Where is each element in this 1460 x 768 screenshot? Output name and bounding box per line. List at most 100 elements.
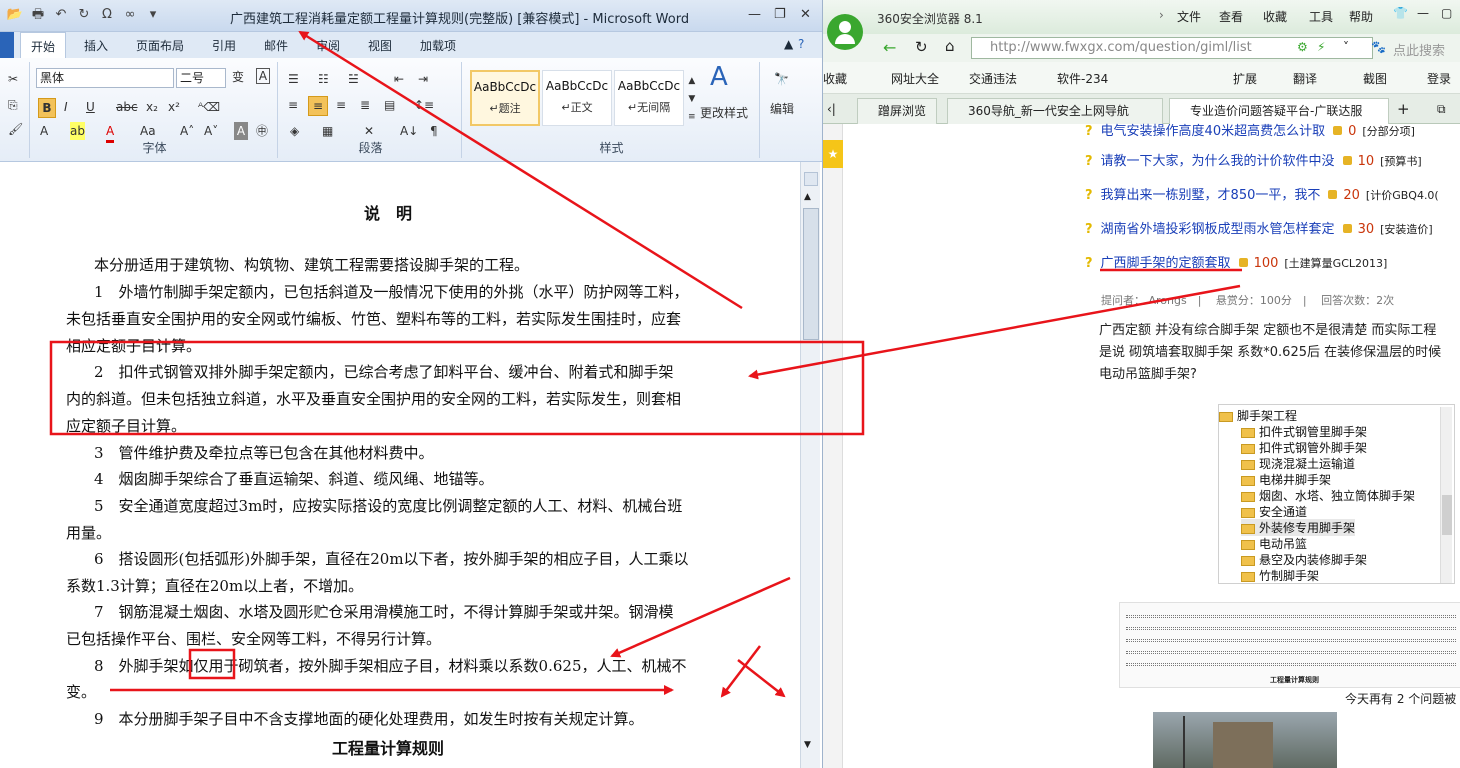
- fav-extensions[interactable]: 扩展: [1233, 70, 1257, 87]
- enclose-characters-icon[interactable]: ㊥: [256, 122, 268, 140]
- restore-icon[interactable]: ❐: [774, 7, 786, 22]
- sort-icon[interactable]: A↓: [400, 122, 418, 140]
- tab-view[interactable]: 视图: [368, 37, 392, 54]
- line-spacing-icon[interactable]: ↕≡: [414, 96, 434, 114]
- dropdown-icon[interactable]: ˅: [1343, 40, 1349, 54]
- scroll-thumb[interactable]: [803, 208, 819, 340]
- bullets-icon[interactable]: ☰: [288, 70, 299, 88]
- editing-label[interactable]: 编辑: [770, 100, 794, 118]
- fav-collect[interactable]: 收藏: [823, 70, 847, 87]
- italic-icon[interactable]: I: [64, 98, 68, 116]
- question-category[interactable]: [土建算量GCL2013]: [1284, 257, 1387, 270]
- tab-list-icon[interactable]: ⧉: [1437, 102, 1446, 117]
- change-styles-label[interactable]: 更改样式: [700, 104, 748, 122]
- asker[interactable]: 提问者： Arongs: [1101, 294, 1187, 307]
- question-title[interactable]: 请教一下大家，为什么我的计价软件中没: [1101, 154, 1335, 169]
- grow-font-icon[interactable]: A˄: [180, 122, 194, 140]
- undo-icon[interactable]: ↶: [52, 6, 70, 24]
- security-icon[interactable]: ⚙: [1297, 40, 1308, 54]
- scroll-up-icon[interactable]: ▲: [804, 192, 811, 202]
- fav-sites[interactable]: 网址大全: [891, 70, 939, 87]
- browser-minimize-icon[interactable]: —: [1417, 6, 1429, 20]
- help-icon[interactable]: ?: [798, 37, 804, 51]
- question-category[interactable]: [预算书]: [1380, 155, 1422, 168]
- back-icon[interactable]: ←: [883, 38, 896, 57]
- character-border-icon[interactable]: A: [256, 68, 270, 84]
- underline-icon[interactable]: U: [86, 98, 95, 116]
- shrink-font-icon[interactable]: A˅: [204, 122, 218, 140]
- change-styles-icon[interactable]: A: [710, 64, 728, 90]
- font-size-combo[interactable]: 二号: [176, 68, 226, 88]
- question-row[interactable]: ? 湖南省外墙投彩钢板成型雨水管怎样套定 30 [安装造价]: [1085, 218, 1433, 244]
- scroll-down-icon[interactable]: ▼: [804, 740, 811, 750]
- document-area[interactable]: 说 明 本分册适用于建筑物、构筑物、建筑工程需要搭设脚手架的工程。 1 外墙竹制…: [0, 162, 800, 768]
- menu-file[interactable]: 文件: [1177, 8, 1201, 25]
- question-row[interactable]: ? 请教一下大家，为什么我的计价软件中没 10 [预算书]: [1085, 150, 1422, 176]
- equation-icon[interactable]: ∞: [121, 6, 139, 24]
- subscript-icon[interactable]: x₂: [146, 98, 158, 116]
- close-icon[interactable]: ✕: [800, 7, 811, 22]
- menu-arrow-icon[interactable]: ›: [1159, 8, 1164, 22]
- fav-translate[interactable]: 翻译: [1293, 70, 1317, 87]
- question-title[interactable]: 湖南省外墙投彩钢板成型雨水管怎样套定: [1101, 222, 1335, 237]
- copy-icon[interactable]: ⎘: [8, 96, 18, 114]
- bold-icon[interactable]: B: [38, 98, 56, 118]
- multilevel-list-icon[interactable]: ☱: [348, 70, 359, 88]
- file-menu-button[interactable]: [0, 32, 14, 58]
- styles-more-icon[interactable]: ▲ ▼ ≡: [688, 72, 696, 126]
- star-icon[interactable]: ★: [823, 140, 843, 168]
- align-left-icon[interactable]: ≡: [288, 96, 298, 114]
- menu-tools[interactable]: 工具: [1309, 8, 1333, 25]
- tab-page-layout[interactable]: 页面布局: [136, 37, 184, 54]
- style-no-spacing[interactable]: AaBbCcDc ↵无间隔: [614, 70, 684, 126]
- question-category[interactable]: [计价GBQ4.0(: [1366, 189, 1439, 202]
- reload-icon[interactable]: ↻: [915, 38, 928, 56]
- customize-qat-icon[interactable]: ▾: [144, 6, 162, 24]
- tab-home[interactable]: 开始: [20, 32, 67, 59]
- tab-references[interactable]: 引用: [212, 37, 236, 54]
- menu-help[interactable]: 帮助: [1349, 8, 1373, 25]
- increase-indent-icon[interactable]: ⇥: [418, 70, 428, 88]
- change-case-icon[interactable]: Aa: [140, 122, 156, 140]
- tabs-scroll-left-icon[interactable]: ‹|: [827, 102, 836, 116]
- clear-formatting-icon[interactable]: ᴬ⌫: [198, 98, 220, 116]
- show-marks-icon[interactable]: ¶: [430, 122, 438, 140]
- address-bar[interactable]: http://www.fwxgx.com/question/giml/list: [971, 37, 1373, 59]
- redo-icon[interactable]: ↻: [75, 6, 93, 24]
- question-title[interactable]: 我算出来一栋别墅，才850一平，我不: [1101, 188, 1321, 203]
- numbering-icon[interactable]: ☷: [318, 70, 329, 88]
- menu-favorites[interactable]: 收藏: [1263, 8, 1287, 25]
- open-icon[interactable]: 📂: [6, 6, 24, 24]
- phonetic-guide-icon[interactable]: 变: [232, 68, 244, 86]
- question-row[interactable]: ? 电气安装操作高度40米超高费怎么计取 0 [分部分项]: [1085, 120, 1415, 146]
- style-caption[interactable]: AaBbCcDc ↵题注: [470, 70, 540, 126]
- question-category[interactable]: [安装造价]: [1380, 223, 1433, 236]
- symbol-icon[interactable]: Ω: [98, 6, 116, 24]
- new-tab-icon[interactable]: +: [1397, 100, 1410, 118]
- shading-icon[interactable]: ◈: [290, 122, 299, 140]
- cut-icon[interactable]: ✂: [8, 70, 18, 88]
- document-scrollbar[interactable]: ▲ ▼: [800, 162, 820, 768]
- format-painter-icon[interactable]: 🖌: [8, 120, 23, 138]
- fav-software[interactable]: 软件-234: [1057, 70, 1108, 87]
- question-row[interactable]: ? 我算出来一栋别墅，才850一平，我不 20 [计价GBQ4.0(: [1085, 184, 1439, 210]
- shirt-icon[interactable]: 👕: [1393, 6, 1408, 20]
- character-shading-icon[interactable]: A: [234, 122, 248, 140]
- highlight-icon[interactable]: ab: [70, 122, 85, 140]
- style-normal[interactable]: AaBbCcDc ↵正文: [542, 70, 612, 126]
- tab-addins[interactable]: 加载项: [420, 37, 456, 54]
- search-engine-icon[interactable]: 🐾: [1371, 40, 1386, 54]
- tab-mailings[interactable]: 邮件: [264, 37, 288, 54]
- speed-icon[interactable]: ⚡: [1317, 40, 1325, 54]
- search-box[interactable]: 点此搜索: [1393, 40, 1445, 59]
- align-right-icon[interactable]: ≡: [336, 96, 346, 114]
- fav-traffic[interactable]: 交通违法: [969, 70, 1017, 87]
- browser-maximize-icon[interactable]: ▢: [1441, 6, 1452, 20]
- justify-icon[interactable]: ≣: [360, 96, 370, 114]
- menu-view[interactable]: 查看: [1219, 8, 1243, 25]
- fav-screenshot[interactable]: 截图: [1363, 70, 1387, 87]
- tab-review[interactable]: 审阅: [316, 37, 340, 54]
- home-icon[interactable]: ⌂: [945, 37, 955, 55]
- superscript-icon[interactable]: x²: [168, 98, 180, 116]
- font-name-combo[interactable]: 黑体: [36, 68, 174, 88]
